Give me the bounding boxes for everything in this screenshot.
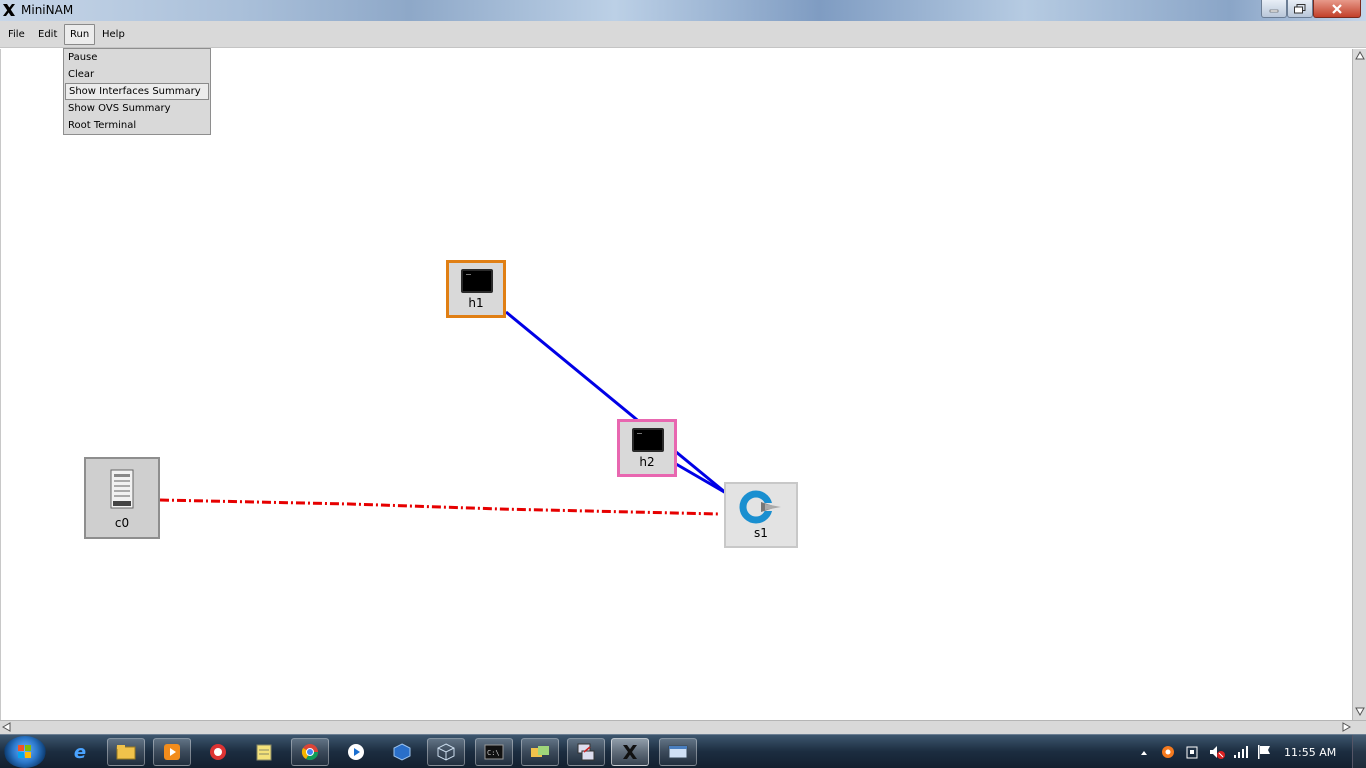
link-h1-s1[interactable] [505,310,727,495]
menu-item-show-interfaces-summary[interactable]: Show Interfaces Summary [65,83,209,100]
node-label: c0 [114,516,130,530]
openvswitch-icon [739,490,783,524]
network-signal-icon[interactable] [1233,744,1249,763]
show-desktop-button[interactable] [1352,735,1366,768]
windows-logo-icon [18,745,31,758]
screen: MiniNAM File Edit Run Help h1 h2 s1 c0 P… [0,0,1366,768]
menu-item-clear[interactable]: Clear [65,66,209,83]
node-label: h1 [468,296,484,310]
host-node-h1[interactable]: h1 [446,260,506,318]
putty-icon[interactable] [567,738,605,766]
command-prompt-icon[interactable]: C:\ [475,738,513,766]
horizontal-scrollbar[interactable] [0,720,1366,734]
internet-explorer-icon[interactable]: e [61,738,99,766]
windows-start-icon[interactable] [4,736,46,768]
virtualbox-vm-icon[interactable] [427,738,465,766]
node-label: h2 [639,455,655,469]
scroll-down-icon[interactable] [1355,706,1365,716]
menu-item-pause[interactable]: Pause [65,49,209,66]
taskbar: e C:\ 11:55 AM [0,734,1366,768]
power-plug-icon[interactable] [1185,744,1199,763]
run-menu-dropdown: Pause Clear Show Interfaces Summary Show… [63,48,211,135]
terminal-icon [461,269,493,293]
video-player-icon[interactable] [337,738,375,766]
xming-icon[interactable] [611,738,649,766]
action-center-flag-icon[interactable] [1256,744,1272,763]
browser-icon[interactable] [199,738,237,766]
volume-muted-icon[interactable] [1208,744,1226,763]
notepad-icon[interactable] [245,738,283,766]
menu-item-root-terminal[interactable]: Root Terminal [65,117,209,134]
window-app-icon[interactable] [659,738,697,766]
file-explorer-icon[interactable] [107,738,145,766]
switch-node-s1[interactable]: s1 [724,482,798,548]
svg-text:C:\: C:\ [487,749,500,757]
show-hidden-icons-icon[interactable] [1140,746,1148,759]
remote-folders-icon[interactable] [521,738,559,766]
avast-icon[interactable] [1160,744,1176,763]
scroll-left-icon[interactable] [2,722,12,732]
node-label: s1 [754,526,768,540]
vertical-scrollbar[interactable] [1352,49,1366,720]
server-icon [110,469,134,509]
controller-node-c0[interactable]: c0 [84,457,160,539]
media-player-icon[interactable] [153,738,191,766]
scroll-right-icon[interactable] [1341,722,1351,732]
system-clock[interactable]: 11:55 AM [1284,746,1336,759]
host-node-h2[interactable]: h2 [617,419,677,477]
link-c0-s1[interactable] [159,498,721,516]
scroll-up-icon[interactable] [1355,51,1365,61]
link-h2-s1[interactable] [675,462,727,495]
menu-item-show-ovs-summary[interactable]: Show OVS Summary [65,100,209,117]
virtualbox-icon[interactable] [383,738,421,766]
terminal-icon [632,428,664,452]
chrome-icon[interactable] [291,738,329,766]
